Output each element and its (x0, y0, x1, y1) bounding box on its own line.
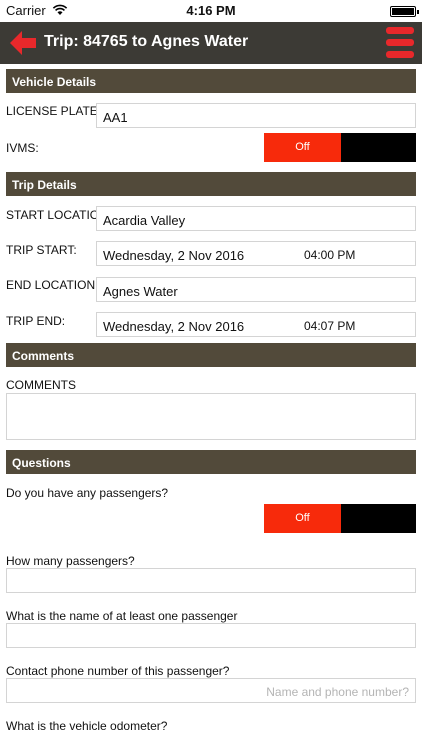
section-header-trip: Trip Details (6, 172, 416, 196)
end-location-label: END LOCATION: (6, 278, 99, 292)
section-header-comments: Comments (6, 343, 416, 367)
status-bar: Carrier 4:16 PM (0, 0, 422, 22)
trip-end-label: TRIP END: (6, 314, 66, 328)
comments-textarea[interactable] (6, 393, 416, 440)
comments-label: COMMENTS (6, 378, 76, 392)
how-many-passengers-input[interactable] (6, 568, 416, 593)
passengers-toggle[interactable]: Off (264, 504, 416, 533)
back-arrow-icon[interactable] (8, 28, 38, 58)
trip-end-time: 04:07 PM (304, 319, 356, 333)
passenger-name-question: What is the name of at least one passeng… (6, 609, 238, 623)
start-location-input[interactable]: Acardia Valley (96, 206, 416, 231)
trip-start-label: TRIP START: (6, 243, 77, 257)
ivms-label: IVMS: (6, 141, 39, 155)
license-plate-input[interactable]: AA1 (96, 103, 416, 128)
passengers-toggle-off: Off (264, 504, 341, 533)
trip-end-date: Wednesday, 2 Nov 2016 (103, 319, 245, 334)
license-plate-label: LICENSE PLATE: (6, 104, 102, 118)
nav-bar: Trip: 84765 to Agnes Water (0, 22, 422, 64)
passenger-phone-placeholder: Name and phone number? (266, 685, 409, 699)
trip-start-date: Wednesday, 2 Nov 2016 (103, 248, 245, 263)
trip-start-time: 04:00 PM (304, 248, 356, 262)
end-location-input[interactable]: Agnes Water (96, 277, 416, 302)
ivms-toggle-on (341, 133, 416, 162)
passenger-phone-input[interactable]: Name and phone number? (6, 678, 416, 703)
how-many-passengers-question: How many passengers? (6, 554, 135, 568)
trip-start-input[interactable]: Wednesday, 2 Nov 2016 04:00 PM (96, 241, 416, 266)
passenger-name-input[interactable] (6, 623, 416, 648)
section-header-vehicle: Vehicle Details (6, 69, 416, 93)
ivms-toggle-off: Off (264, 133, 341, 162)
hamburger-menu-icon[interactable] (386, 26, 414, 60)
passengers-toggle-on (341, 504, 416, 533)
end-location-value: Agnes Water (103, 284, 178, 299)
section-header-questions: Questions (6, 450, 416, 474)
battery-icon (390, 6, 419, 17)
passengers-question: Do you have any passengers? (6, 486, 169, 500)
odometer-question: What is the vehicle odometer? (6, 719, 168, 733)
clock: 4:16 PM (186, 3, 236, 18)
ivms-toggle[interactable]: Off (264, 133, 416, 162)
page-title: Trip: 84765 to Agnes Water (44, 33, 249, 50)
start-location-value: Acardia Valley (103, 213, 186, 228)
license-plate-value: AA1 (103, 110, 128, 125)
trip-end-input[interactable]: Wednesday, 2 Nov 2016 04:07 PM (96, 312, 416, 337)
passenger-phone-question: Contact phone number of this passenger? (6, 664, 230, 678)
